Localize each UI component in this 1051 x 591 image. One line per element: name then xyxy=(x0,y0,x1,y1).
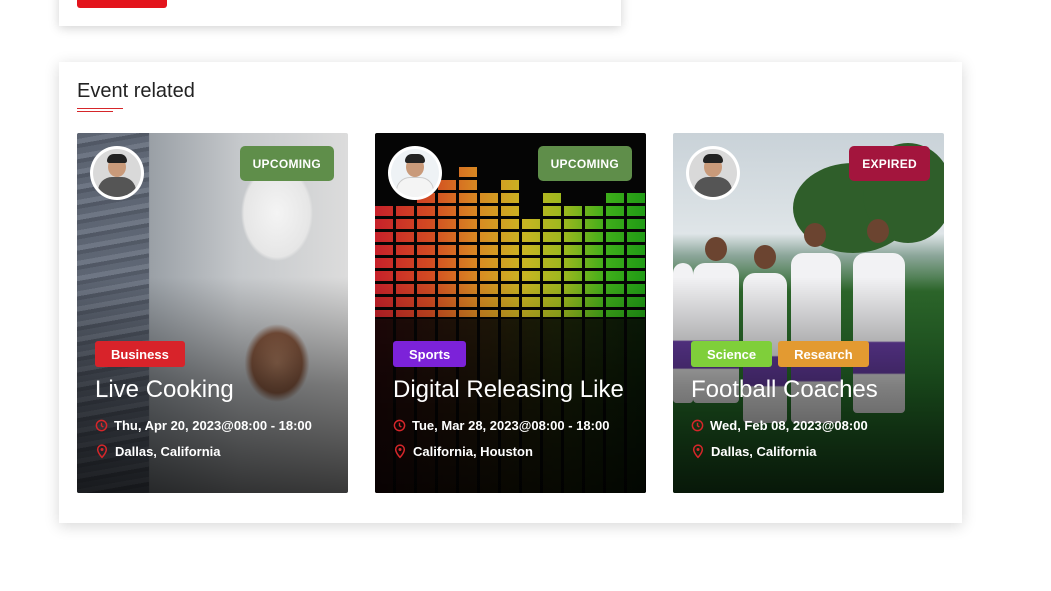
status-badge: UPCOMING xyxy=(239,146,334,181)
event-date: Thu, Apr 20, 2023@08:00 - 18:00 xyxy=(95,418,312,433)
previous-panel-button[interactable] xyxy=(77,0,167,8)
event-location-text: Dallas, California xyxy=(115,444,221,459)
event-date-text: Thu, Apr 20, 2023@08:00 - 18:00 xyxy=(114,418,312,433)
category-tag-sports[interactable]: Sports xyxy=(393,341,467,367)
event-date: Tue, Mar 28, 2023@08:00 - 18:00 xyxy=(393,418,609,433)
event-location-text: California, Houston xyxy=(413,444,533,459)
organizer-avatar[interactable] xyxy=(686,146,740,200)
clock-icon xyxy=(691,419,704,432)
category-tag-business[interactable]: Business xyxy=(95,341,185,367)
organizer-avatar[interactable] xyxy=(388,146,442,200)
previous-panel xyxy=(59,0,621,26)
event-location: California, Houston xyxy=(393,444,533,459)
event-card-live-cooking[interactable]: UPCOMING Business Live Cooking Thu, Apr … xyxy=(77,133,348,493)
map-pin-icon xyxy=(394,444,406,459)
clock-icon xyxy=(393,419,406,432)
event-card-digital-releasing[interactable]: UPCOMING Sports Digital Releasing Like T… xyxy=(375,133,646,493)
category-tag-science[interactable]: Science xyxy=(691,341,773,367)
event-date-text: Wed, Feb 08, 2023@08:00 xyxy=(710,418,868,433)
event-location-text: Dallas, California xyxy=(711,444,817,459)
status-badge: EXPIRED xyxy=(849,146,930,181)
title-underline xyxy=(77,108,123,113)
event-location: Dallas, California xyxy=(691,444,816,459)
map-pin-icon xyxy=(692,444,704,459)
event-date: Wed, Feb 08, 2023@08:00 xyxy=(691,418,868,433)
event-title[interactable]: Digital Releasing Like xyxy=(393,376,624,404)
status-badge: UPCOMING xyxy=(537,146,632,181)
event-related-panel: Event related UPCOMING Business Live Coo… xyxy=(59,62,962,523)
map-pin-icon xyxy=(96,444,108,459)
event-date-text: Tue, Mar 28, 2023@08:00 - 18:00 xyxy=(412,418,610,433)
section-title: Event related xyxy=(77,80,195,102)
clock-icon xyxy=(95,419,108,432)
event-card-football-coaches[interactable]: EXPIRED Science Research Football Coache… xyxy=(673,133,944,493)
category-tag-research[interactable]: Research xyxy=(778,341,869,367)
organizer-avatar[interactable] xyxy=(90,146,144,200)
event-location: Dallas, California xyxy=(95,444,220,459)
event-title[interactable]: Live Cooking xyxy=(95,376,234,404)
event-title[interactable]: Football Coaches xyxy=(691,376,878,404)
